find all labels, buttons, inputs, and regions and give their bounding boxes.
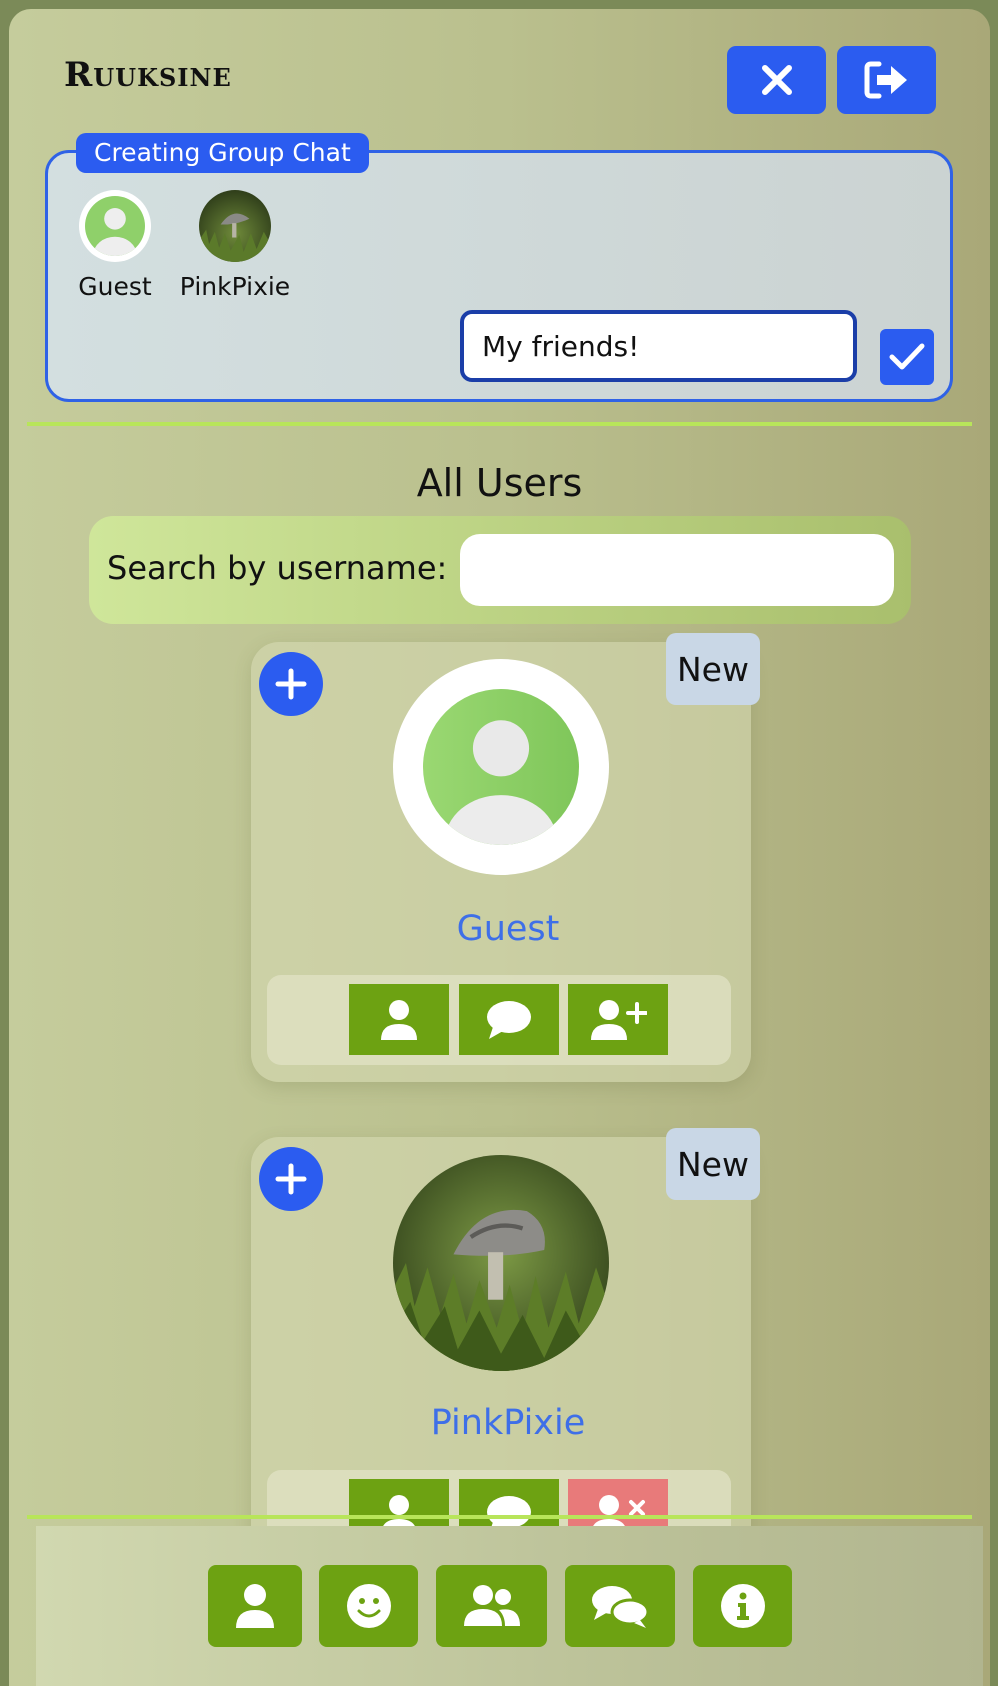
selected-member[interactable]: PinkPixie (175, 190, 295, 301)
users-icon (463, 1585, 520, 1626)
new-badge: New (666, 633, 760, 705)
selected-member[interactable]: Guest (65, 190, 165, 301)
info-icon (720, 1584, 765, 1628)
member-avatar (199, 190, 271, 262)
search-label: Search by username: (107, 549, 448, 587)
default-avatar-icon (85, 196, 145, 256)
close-icon (761, 65, 792, 95)
user-avatar[interactable] (393, 1155, 609, 1371)
nav-chats-button[interactable] (565, 1565, 675, 1647)
view-profile-button[interactable] (349, 984, 449, 1055)
smiley-icon (346, 1584, 391, 1628)
send-message-button[interactable] (459, 984, 559, 1055)
mushroom-photo-icon (199, 190, 271, 262)
comments-icon (592, 1586, 650, 1628)
add-to-group-button[interactable] (259, 652, 323, 716)
plus-icon (275, 1163, 307, 1195)
plus-icon (275, 668, 307, 700)
check-icon (889, 343, 925, 370)
user-avatar[interactable] (393, 659, 609, 875)
nav-info-button[interactable] (693, 1565, 792, 1647)
default-avatar-icon (423, 689, 579, 845)
brand-title: Ruuksine (64, 55, 232, 95)
app-window: Ruuksine Creating Group Chat Guest PinkP… (9, 9, 990, 1686)
close-button[interactable] (727, 46, 826, 114)
confirm-group-button[interactable] (880, 329, 934, 385)
add-to-group-button[interactable] (259, 1147, 323, 1211)
search-input[interactable] (460, 534, 894, 606)
mushroom-photo-icon (393, 1155, 609, 1371)
new-badge: New (666, 1128, 760, 1200)
member-avatar (79, 190, 151, 262)
all-users-title: All Users (416, 461, 583, 505)
nav-profile-button[interactable] (208, 1565, 302, 1647)
user-name[interactable]: Guest (9, 909, 990, 949)
member-name: PinkPixie (179, 272, 291, 301)
member-name: Guest (78, 272, 152, 301)
profile-icon (381, 999, 417, 1040)
logout-button[interactable] (837, 46, 936, 114)
logout-icon (864, 61, 907, 99)
nav-emoji-button[interactable] (319, 1565, 418, 1647)
group-chat-legend: Creating Group Chat (76, 133, 369, 173)
add-friend-icon (591, 999, 647, 1040)
group-chat-name-input[interactable] (460, 310, 857, 382)
section-divider (27, 422, 972, 426)
nav-users-button[interactable] (436, 1565, 547, 1647)
user-icon (236, 1584, 274, 1628)
add-friend-button[interactable] (568, 984, 668, 1055)
bottom-divider (27, 1515, 972, 1519)
chat-icon (487, 1000, 531, 1039)
user-name[interactable]: PinkPixie (9, 1403, 990, 1443)
